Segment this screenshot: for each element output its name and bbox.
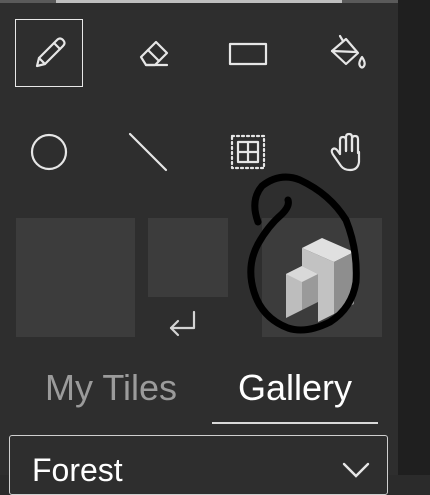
paint-bucket-icon xyxy=(330,34,366,69)
eraser-icon xyxy=(139,40,169,67)
tile-source-tabs: My Tiles Gallery xyxy=(0,362,398,424)
pan-tool-button[interactable] xyxy=(314,118,382,186)
3d-block-icon xyxy=(286,238,354,322)
top-scroll-thumb[interactable] xyxy=(56,0,342,3)
gallery-select-dropdown[interactable]: Forest xyxy=(9,435,388,495)
eraser-tool-button[interactable] xyxy=(119,19,187,87)
tile-slot[interactable] xyxy=(148,218,228,297)
tile-preview-area xyxy=(0,210,398,345)
tab-my-tiles[interactable]: My Tiles xyxy=(36,362,186,422)
tile-editor-panel: My Tiles Gallery Forest xyxy=(0,0,398,495)
line-icon xyxy=(128,132,168,172)
pencil-tool-button[interactable] xyxy=(15,19,83,87)
gallery-select-value: Forest xyxy=(32,452,123,488)
right-scroll-region xyxy=(398,0,430,475)
return-arrow-icon[interactable] xyxy=(166,308,200,338)
tile-slot-selected[interactable] xyxy=(262,218,382,337)
selection-grid-icon xyxy=(230,134,266,170)
hand-pan-icon xyxy=(330,132,361,172)
rectangle-tool-button[interactable] xyxy=(214,19,282,87)
pencil-icon xyxy=(35,37,66,68)
circle-tool-button[interactable] xyxy=(15,118,83,186)
line-tool-button[interactable] xyxy=(114,118,182,186)
tile-slot[interactable] xyxy=(16,218,135,337)
fill-tool-button[interactable] xyxy=(314,19,382,87)
tab-gallery[interactable]: Gallery xyxy=(212,362,378,424)
circle-icon xyxy=(30,133,68,171)
top-scroll-strip xyxy=(0,0,398,3)
select-tool-button[interactable] xyxy=(214,118,282,186)
rectangle-icon xyxy=(228,42,268,66)
chevron-down-icon xyxy=(340,460,372,480)
